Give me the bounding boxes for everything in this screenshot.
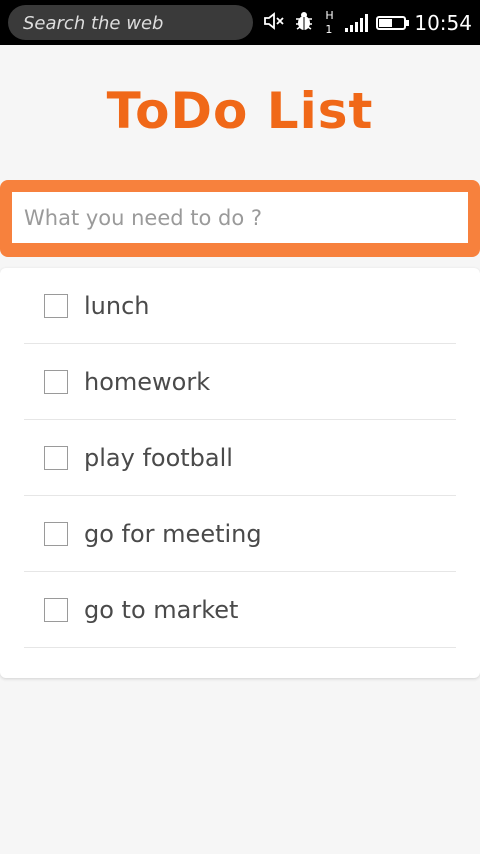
network-type: H [325, 8, 334, 22]
todo-label: lunch [84, 291, 150, 320]
todo-checkbox[interactable] [44, 293, 68, 318]
todo-label: homework [84, 367, 211, 396]
new-task-input[interactable] [12, 192, 468, 243]
todo-item[interactable]: go for meeting [24, 496, 456, 572]
todo-checkbox[interactable] [44, 445, 68, 470]
status-bar: Search the web H 1 10:54 [0, 0, 480, 45]
todo-item[interactable]: homework [24, 344, 456, 420]
todo-item[interactable]: go to market [24, 572, 456, 648]
signal-icon [345, 13, 369, 32]
todo-checkbox[interactable] [44, 597, 68, 622]
search-placeholder: Search the web [23, 13, 164, 34]
battery-fill [379, 18, 393, 27]
todo-checkbox[interactable] [44, 369, 68, 394]
mute-icon [263, 11, 285, 35]
todo-item[interactable]: lunch [24, 268, 456, 344]
todo-card: lunch homework play football go for meeting… [0, 268, 480, 678]
web-search-box[interactable]: Search the web [8, 5, 253, 40]
clock: 10:54 [414, 10, 472, 35]
todo-item[interactable]: play football [24, 420, 456, 496]
network-indicator: H 1 [323, 8, 337, 38]
new-task-container [0, 180, 480, 257]
todo-checkbox[interactable] [44, 521, 68, 546]
network-sim: 1 [325, 22, 333, 36]
todo-list: lunch homework play football go for meeting… [24, 268, 456, 648]
bug-icon [293, 10, 315, 36]
status-icons: H 1 10:54 [263, 0, 472, 45]
app-title: ToDo List [106, 82, 374, 140]
todo-label: play football [84, 443, 233, 472]
battery-icon [376, 15, 410, 30]
todo-label: go to market [84, 595, 239, 624]
todo-label: go for meeting [84, 519, 262, 548]
